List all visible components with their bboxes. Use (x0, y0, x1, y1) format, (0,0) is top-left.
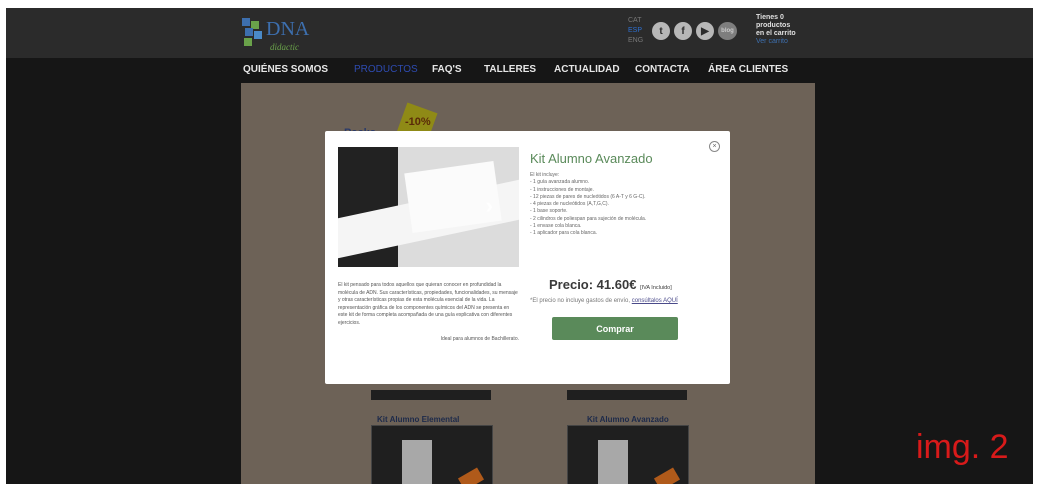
kit-box-graphic (402, 440, 432, 484)
nav-area-clientes[interactable]: ÁREA CLIENTES (708, 64, 788, 75)
price-vat-note: [IVA Incluido] (640, 285, 672, 291)
nav-contacta[interactable]: CONTACTA (635, 64, 690, 75)
buy-button[interactable]: Comprar (552, 317, 678, 340)
nav-productos[interactable]: PRODUCTOS (354, 64, 418, 75)
lang-cat[interactable]: CAT (628, 16, 643, 26)
kit-box-graphic (598, 440, 628, 484)
kit-tag-graphic (457, 467, 485, 484)
price: Precio: 41.60€ [IVA Incluido] (549, 277, 672, 292)
cart-line-2: productos (756, 22, 791, 29)
cart-summary[interactable]: Tienes 0 productos en el carrito Ver car… (756, 14, 796, 46)
nav-actualidad[interactable]: ACTUALIDAD (554, 64, 620, 75)
dna-logo-icon (242, 18, 262, 46)
product-image-elemental[interactable] (371, 425, 493, 484)
includes-heading: El kit incluye: (530, 172, 560, 178)
includes-item: - 4 piezas de nucleótidos (A,T,G,C). (530, 201, 609, 208)
header-bar: DNA didactic CAT ESP ENG t f ▶ blog Tien… (6, 8, 1033, 58)
includes-item: - 1 envase cola blanca. (530, 223, 582, 230)
includes-item: - 2 cilindros de poliespan para sujeción… (530, 215, 647, 222)
shipping-link[interactable]: consúltalos AQUÍ (632, 298, 678, 304)
includes-list: El kit incluye: - 1 guía avanzada alumno… (530, 172, 646, 238)
logo[interactable]: DNA didactic (242, 14, 322, 54)
product-name-elemental[interactable]: Kit Alumno Elemental (377, 415, 459, 424)
discount-badge: -10% (405, 116, 431, 128)
includes-item: - 1 instrucciones de montaje. (530, 186, 594, 193)
nav-faqs[interactable]: FAQ'S (432, 64, 462, 75)
facebook-icon[interactable]: f (674, 22, 692, 40)
twitter-icon[interactable]: t (652, 22, 670, 40)
cart-count: Tienes 0 (756, 14, 784, 21)
product-card-top-edge (567, 390, 687, 400)
social-links: t f ▶ blog (652, 22, 737, 40)
product-card-top-edge (371, 390, 491, 400)
next-arrow-icon[interactable]: › (486, 193, 493, 219)
main-nav: QUIÉNES SOMOS PRODUCTOS FAQ'S TALLERES A… (6, 64, 1033, 78)
shipping-text: *El precio no incluye gastos de envío, (530, 298, 631, 304)
nav-talleres[interactable]: TALLERES (484, 64, 536, 75)
product-description: El kit pensado para todos aquellos que q… (338, 282, 518, 326)
ideal-for: Ideal para alumnos de Bachillerato. (440, 336, 519, 342)
lang-eng[interactable]: ENG (628, 36, 643, 46)
product-image-avanzado[interactable] (567, 425, 689, 484)
youtube-icon[interactable]: ▶ (696, 22, 714, 40)
close-icon[interactable]: × (709, 141, 720, 152)
product-photo: › (338, 147, 519, 267)
modal-title: Kit Alumno Avanzado (530, 151, 653, 166)
lang-esp[interactable]: ESP (628, 26, 643, 36)
cart-line-3: en el carrito (756, 30, 796, 37)
price-value: Precio: 41.60€ (549, 277, 637, 292)
blog-icon[interactable]: blog (718, 22, 737, 40)
includes-item: - 12 piezas de pares de nucleótidos (6 A… (530, 193, 646, 200)
kit-tag-graphic (653, 467, 681, 484)
includes-item: - 1 aplicador para cola blanca. (530, 230, 597, 237)
website-screenshot: DNA didactic CAT ESP ENG t f ▶ blog Tien… (6, 8, 1033, 484)
includes-item: - 1 base soporte. (530, 208, 568, 215)
logo-text: DNA (266, 18, 310, 40)
product-modal: × › El kit pensado para todos aquellos q… (325, 131, 730, 384)
image-annotation-label: img. 2 (916, 428, 1009, 466)
shipping-note: *El precio no incluye gastos de envío, c… (530, 298, 678, 304)
includes-item: - 1 guía avanzada alumno. (530, 179, 590, 186)
product-name-avanzado[interactable]: Kit Alumno Avanzado (587, 415, 669, 424)
language-selector: CAT ESP ENG (628, 16, 643, 46)
logo-subtext: didactic (270, 42, 299, 52)
view-cart-link[interactable]: Ver carrito (756, 38, 796, 46)
nav-quienes-somos[interactable]: QUIÉNES SOMOS (243, 64, 328, 75)
